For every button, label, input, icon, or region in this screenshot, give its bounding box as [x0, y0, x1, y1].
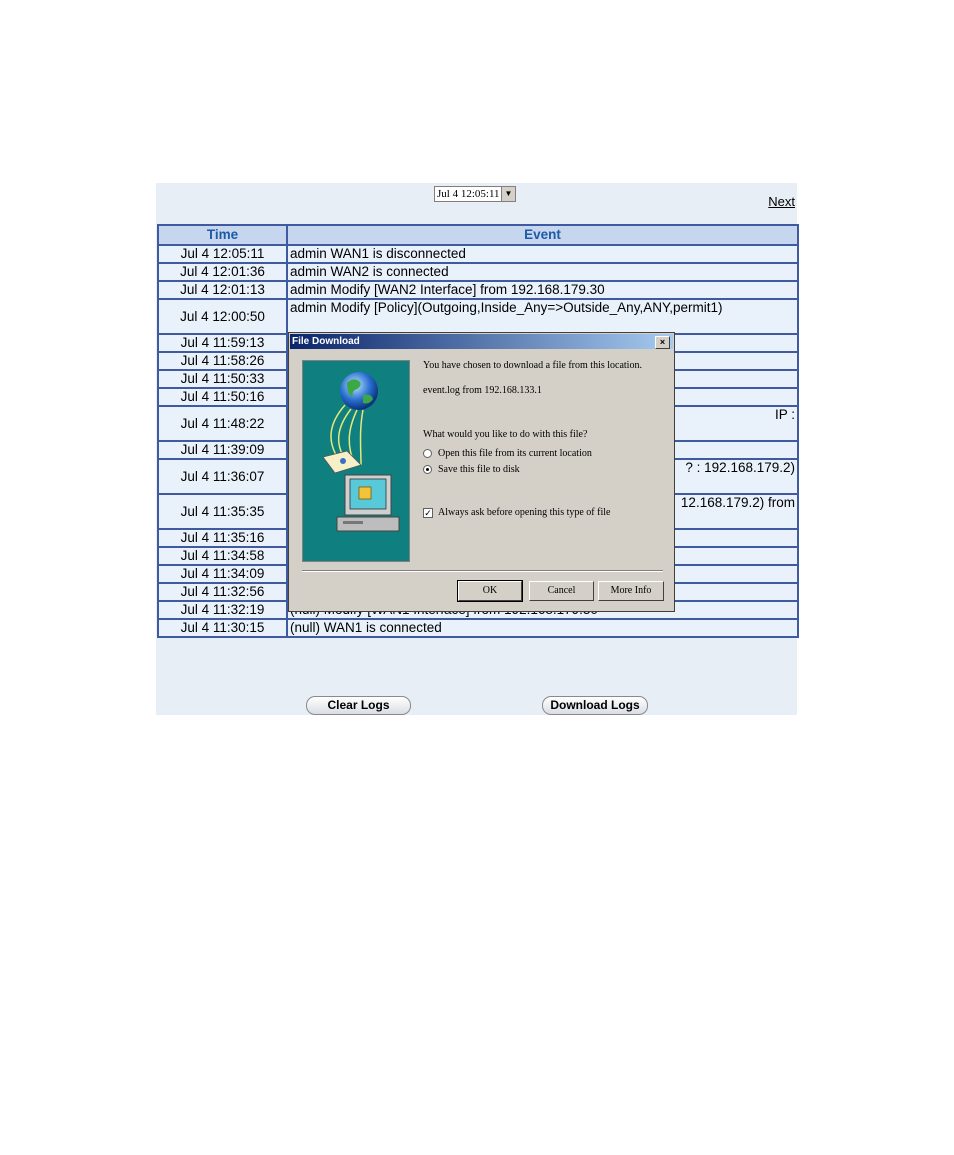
event-cell: admin WAN2 is connected [286, 262, 799, 282]
table-row: Jul 4 12:01:36 admin WAN2 is connected [157, 262, 799, 282]
date-select-value: Jul 4 12:05:11 [437, 188, 500, 200]
cancel-button[interactable]: Cancel [529, 581, 594, 601]
dialog-intro-text: You have chosen to download a file from … [423, 360, 642, 371]
file-source-text: event.log from 192.168.133.1 [423, 385, 542, 396]
time-cell: Jul 4 11:39:09 [157, 440, 288, 460]
column-header-time: Time [157, 224, 288, 246]
table-header-row: Time Event [157, 224, 799, 246]
dialog-title-bar[interactable]: File Download × [290, 334, 673, 349]
ok-button[interactable]: OK [457, 580, 523, 602]
download-logs-button[interactable]: Download Logs [542, 696, 648, 715]
time-cell: Jul 4 11:35:35 [157, 493, 288, 530]
date-select[interactable]: Jul 4 12:05:11 ▼ [434, 186, 516, 202]
computer-globe-icon [322, 372, 400, 532]
table-row: Jul 4 12:01:13 admin Modify [WAN2 Interfa… [157, 280, 799, 300]
save-file-label[interactable]: Save this file to disk [438, 464, 520, 475]
chevron-down-icon[interactable]: ▼ [501, 187, 515, 201]
more-info-button[interactable]: More Info [598, 581, 664, 601]
save-file-radio[interactable] [423, 465, 432, 474]
file-download-dialog: File Download × You have chosen to downl… [288, 332, 675, 612]
always-ask-label[interactable]: Always ask before opening this type of f… [438, 507, 610, 518]
dialog-title: File Download [292, 336, 360, 347]
time-cell: Jul 4 12:01:36 [157, 262, 288, 282]
event-cell: admin WAN1 is disconnected [286, 244, 799, 264]
table-row: Jul 4 12:00:50 admin Modify [Policy](Outg… [157, 298, 799, 335]
event-cell: admin Modify [Policy](Outgoing,Inside_An… [286, 298, 799, 335]
table-row: Jul 4 12:05:11 admin WAN1 is disconnected [157, 244, 799, 264]
event-cell: admin Modify [WAN2 Interface] from 192.1… [286, 280, 799, 300]
time-cell: Jul 4 12:00:50 [157, 298, 288, 335]
time-cell: Jul 4 11:34:09 [157, 564, 288, 584]
dialog-question: What would you like to do with this file… [423, 429, 588, 440]
time-cell: Jul 4 11:50:33 [157, 369, 288, 389]
time-cell: Jul 4 11:36:07 [157, 458, 288, 495]
time-cell: Jul 4 11:50:16 [157, 387, 288, 407]
open-file-label[interactable]: Open this file from its current location [438, 448, 592, 459]
clear-logs-button[interactable]: Clear Logs [306, 696, 411, 715]
time-cell: Jul 4 11:32:19 [157, 600, 288, 620]
always-ask-checkbox[interactable]: ✓ [423, 508, 433, 518]
dialog-divider [302, 570, 663, 572]
close-icon[interactable]: × [655, 336, 670, 349]
time-cell: Jul 4 11:48:22 [157, 405, 288, 442]
table-row: Jul 4 11:30:15 (null) WAN1 is connected [157, 618, 799, 638]
open-file-radio[interactable] [423, 449, 432, 458]
event-cell: (null) WAN1 is connected [286, 618, 799, 638]
time-cell: Jul 4 11:34:58 [157, 546, 288, 566]
download-illustration [302, 360, 410, 562]
time-cell: Jul 4 11:32:56 [157, 582, 288, 602]
time-cell: Jul 4 11:35:16 [157, 528, 288, 548]
time-cell: Jul 4 11:30:15 [157, 618, 288, 638]
column-header-event: Event [286, 224, 799, 246]
next-link[interactable]: Next [768, 194, 795, 209]
time-cell: Jul 4 11:58:26 [157, 351, 288, 371]
time-cell: Jul 4 12:01:13 [157, 280, 288, 300]
time-cell: Jul 4 11:59:13 [157, 333, 288, 353]
time-cell: Jul 4 12:05:11 [157, 244, 288, 264]
